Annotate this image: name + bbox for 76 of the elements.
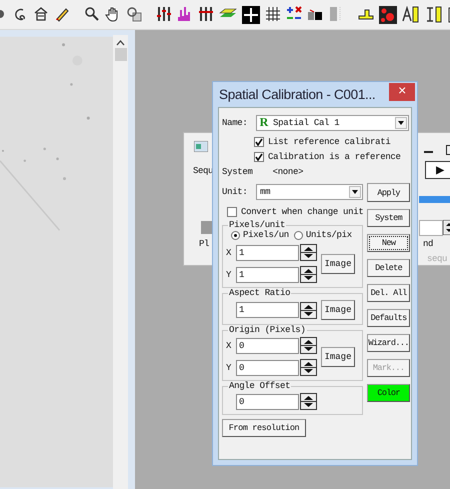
dropdown-value: mm: [260, 187, 270, 197]
from-resolution-button[interactable]: From resolution: [222, 419, 306, 437]
spin-button[interactable]: [300, 359, 317, 376]
spin-button[interactable]: [300, 393, 317, 410]
action-button[interactable]: Defaults: [367, 309, 410, 327]
radio-label: Pixels/un: [243, 230, 289, 240]
checkbox[interactable]: [254, 152, 264, 162]
input-field[interactable]: 1: [236, 266, 299, 282]
dropdown-value: Spatial Cal 1: [273, 118, 340, 128]
field-label: System: [222, 166, 253, 176]
sliders-icon[interactable]: [156, 6, 172, 24]
image-button[interactable]: Image: [321, 300, 355, 320]
field-label: X: [226, 340, 232, 350]
histogram-icon[interactable]: [177, 6, 193, 24]
spin-button[interactable]: [300, 266, 317, 283]
dropdown-arrow-icon[interactable]: [398, 120, 404, 124]
input-field[interactable]: 0: [236, 360, 299, 376]
input-field[interactable]: [419, 220, 443, 236]
radio-button[interactable]: [294, 230, 303, 240]
action-button[interactable]: New: [367, 234, 410, 252]
checkbox[interactable]: [254, 137, 264, 147]
field-label: Y: [226, 362, 232, 372]
box-icon[interactable]: [33, 6, 49, 24]
action-button[interactable]: Delete: [367, 259, 410, 277]
action-button[interactable]: Del. All: [367, 284, 410, 302]
dots-icon[interactable]: [379, 6, 397, 24]
field-label: Unit:: [222, 187, 249, 197]
field-label: Name:: [222, 118, 249, 128]
action-button[interactable]: System: [367, 209, 410, 227]
group-label: Pixels/unit: [228, 220, 286, 230]
spin-button[interactable]: [300, 244, 317, 261]
close-button[interactable]: ×: [389, 82, 415, 100]
window-icon[interactable]: [194, 141, 208, 152]
field-label: Y: [226, 270, 232, 280]
radio-label: Units/pix: [306, 230, 352, 240]
text-ruler-icon[interactable]: [402, 6, 420, 24]
type-label: R: [260, 115, 268, 130]
search-icon[interactable]: [84, 6, 100, 24]
checkbox[interactable]: [227, 207, 237, 217]
label-text: sequ: [427, 254, 448, 264]
checkbox-label: List reference calibrati: [268, 137, 390, 147]
dropdown-arrow-icon[interactable]: [352, 190, 358, 194]
label-text: Pl: [199, 239, 210, 249]
group-label: Origin (Pixels): [228, 325, 307, 335]
image-button[interactable]: Image: [321, 254, 355, 274]
sliders-icon[interactable]: [198, 6, 214, 24]
text-ruler-icon[interactable]: [425, 6, 443, 24]
label-text: nd: [423, 239, 434, 249]
unit-dropdown[interactable]: mm: [256, 184, 363, 200]
system-value: <none>: [272, 166, 304, 176]
spin-button[interactable]: [300, 302, 317, 318]
dialog-title: Spatial Calibration - C001...: [219, 87, 376, 102]
grid-icon[interactable]: [265, 6, 281, 24]
radio-button[interactable]: [231, 230, 240, 240]
input-field[interactable]: 0: [236, 338, 299, 354]
input-field[interactable]: 0: [236, 394, 299, 410]
group-label: Angle Offset: [228, 381, 292, 391]
thumbnail: [201, 221, 213, 234]
pencil-icon[interactable]: [54, 6, 70, 24]
scrollbar[interactable]: [113, 35, 128, 489]
zoom-window-icon[interactable]: [126, 6, 142, 24]
spin-button[interactable]: [300, 337, 317, 354]
crosshair-icon[interactable]: [242, 6, 260, 24]
input-field[interactable]: 1: [236, 244, 299, 260]
action-button[interactable]: Wizard...: [367, 334, 410, 352]
checkbox-label: Convert when change unit: [241, 207, 364, 217]
checkbox-label: Calibration is a reference: [268, 152, 401, 162]
name-dropdown[interactable]: R Spatial Cal 1: [256, 114, 409, 130]
image-button[interactable]: Image: [321, 346, 355, 366]
play-button[interactable]: ▶: [425, 161, 450, 179]
color-button[interactable]: Color: [367, 384, 410, 402]
input-field[interactable]: 1: [236, 302, 299, 318]
action-button[interactable]: Apply: [367, 183, 410, 202]
group-label: Aspect Ratio: [228, 288, 292, 298]
scroll-thumb[interactable]: [114, 48, 127, 61]
field-label: X: [226, 248, 232, 258]
